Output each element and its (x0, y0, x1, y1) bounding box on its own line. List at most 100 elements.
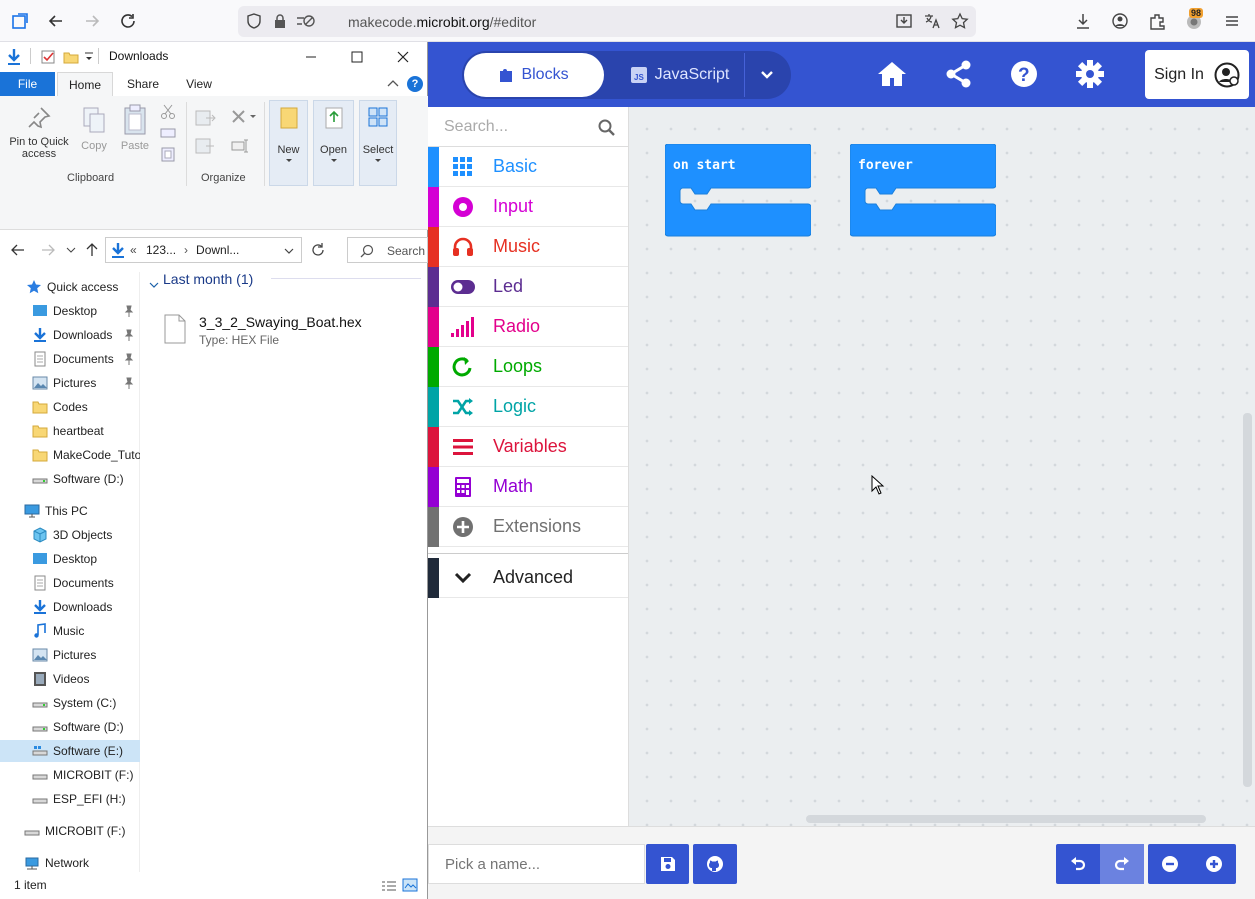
group-collapse-icon[interactable] (149, 281, 159, 289)
translate-icon[interactable] (920, 9, 944, 33)
category-led[interactable]: Led (428, 266, 628, 307)
paste-shortcut-icon[interactable] (160, 146, 176, 162)
copy-to-icon[interactable] (194, 136, 220, 156)
nav-3d-objects[interactable]: 3D Objects (0, 524, 140, 546)
nav-pc-software-e[interactable]: Software (E:) (0, 740, 140, 762)
permissions-icon[interactable] (294, 9, 318, 33)
category-loops[interactable]: Loops (428, 346, 628, 387)
tab-share[interactable]: Share (120, 72, 166, 96)
tab-view[interactable]: View (176, 72, 222, 96)
nav-pc-documents[interactable]: Documents (0, 572, 140, 594)
nav-this-pc[interactable]: This PC (0, 500, 140, 522)
tab-file[interactable]: File (0, 72, 55, 96)
group-header[interactable]: Last month (1) (163, 271, 253, 287)
move-to-icon[interactable] (194, 108, 220, 128)
nav-pc-downloads[interactable]: Downloads (0, 596, 140, 618)
nav-pc-system-c[interactable]: System (C:) (0, 692, 140, 714)
file-item[interactable]: 3_3_2_Swaying_Boat.hex Type: HEX File (163, 312, 423, 352)
bookmark-star-icon[interactable] (948, 9, 972, 33)
horizontal-scrollbar[interactable] (806, 815, 1206, 823)
url-bar[interactable]: makecode.microbit.org/#editor (238, 6, 976, 37)
category-music[interactable]: Music (428, 226, 628, 267)
project-name-input[interactable] (428, 844, 645, 884)
toolbox-search[interactable]: Search... (428, 107, 628, 147)
nav-microbit-root[interactable]: MICROBIT (F:) (0, 820, 140, 842)
category-extensions[interactable]: Extensions (428, 506, 628, 547)
new-button[interactable]: New (269, 106, 308, 164)
nav-quick-makecode-tuto[interactable]: MakeCode_Tuto (0, 444, 140, 466)
settings-button[interactable] (1074, 58, 1106, 90)
forever-block[interactable]: forever (850, 144, 996, 239)
category-advanced[interactable]: Advanced (428, 557, 628, 598)
tab-home[interactable]: Home (57, 72, 113, 96)
blocks-tab[interactable]: Blocks (464, 53, 604, 97)
redo-button[interactable] (1100, 844, 1144, 884)
nav-quick-pictures[interactable]: Pictures (0, 372, 140, 394)
paste-button[interactable]: Paste (117, 104, 153, 152)
help-icon[interactable]: ? (407, 76, 423, 92)
cut-icon[interactable] (160, 104, 176, 120)
nav-quick-downloads[interactable]: Downloads (0, 324, 140, 346)
minimize-button[interactable] (298, 46, 324, 68)
downloads-icon[interactable] (1071, 9, 1095, 33)
nav-pc-software-d[interactable]: Software (D:) (0, 716, 140, 738)
nav-quick-codes[interactable]: Codes (0, 396, 140, 418)
vertical-scrollbar[interactable] (1243, 413, 1252, 787)
forward-icon[interactable] (80, 9, 104, 33)
nav-pc-desktop[interactable]: Desktop (0, 548, 140, 570)
explorer-search-box[interactable]: Search (347, 237, 428, 263)
rename-icon[interactable] (230, 138, 250, 154)
quick-access-toolbar-dropdown-icon[interactable] (84, 51, 94, 63)
tab-overview-icon[interactable] (8, 9, 32, 33)
category-logic[interactable]: Logic (428, 386, 628, 427)
account-icon[interactable] (1108, 9, 1132, 33)
zoom-out-button[interactable] (1148, 844, 1192, 884)
home-button[interactable] (876, 58, 908, 90)
nav-quick-documents[interactable]: Documents (0, 348, 140, 370)
refresh-icon[interactable] (310, 242, 328, 260)
recent-locations-icon[interactable] (66, 246, 76, 254)
up-folder-icon[interactable] (84, 242, 100, 258)
nav-pc-esp-efi-h[interactable]: ESP_EFI (H:) (0, 788, 140, 810)
shield-icon[interactable] (242, 9, 266, 33)
select-button[interactable]: Select (359, 106, 397, 164)
collapse-ribbon-icon[interactable] (387, 79, 399, 89)
back-icon[interactable] (44, 9, 68, 33)
zoom-in-button[interactable] (1192, 844, 1236, 884)
nav-pc-microbit-f[interactable]: MICROBIT (F:) (0, 764, 140, 786)
delete-icon[interactable] (230, 108, 258, 126)
new-folder-icon[interactable] (63, 49, 79, 65)
address-path[interactable]: 123... › Downl... (146, 243, 239, 257)
javascript-tab[interactable]: JS JavaScript (620, 53, 740, 97)
github-button[interactable] (693, 844, 737, 884)
pin-quick-access-button[interactable]: Pin to Quick access (4, 106, 74, 160)
category-input[interactable]: Input (428, 186, 628, 227)
maximize-button[interactable] (344, 46, 370, 68)
nav-forward-icon[interactable] (40, 243, 56, 257)
open-button[interactable]: Open (313, 106, 354, 164)
on-start-block[interactable]: on start (665, 144, 811, 239)
address-dropdown-icon[interactable] (284, 247, 294, 255)
url-text[interactable]: makecode.microbit.org/#editor (348, 14, 536, 30)
help-button[interactable]: ? (1008, 58, 1040, 90)
nav-quick-heartbeat[interactable]: heartbeat (0, 420, 140, 442)
nav-back-icon[interactable] (10, 243, 26, 257)
category-radio[interactable]: Radio (428, 306, 628, 347)
extensions-icon[interactable] (1145, 9, 1169, 33)
nav-pc-music[interactable]: Music (0, 620, 140, 642)
category-basic[interactable]: Basic (428, 146, 628, 187)
nav-quick-desktop[interactable]: Desktop (0, 300, 140, 322)
nav-pc-videos[interactable]: Videos (0, 668, 140, 690)
toolbox-search-placeholder[interactable]: Search... (444, 118, 508, 136)
nav-quick-software-d[interactable]: Software (D:) (0, 468, 140, 490)
address-bar[interactable]: « 123... › Downl... (105, 237, 302, 263)
category-variables[interactable]: Variables (428, 426, 628, 467)
nav-quick-access[interactable]: Quick access (0, 276, 140, 298)
copy-path-icon[interactable] (160, 126, 176, 140)
save-button[interactable] (646, 844, 689, 884)
address-overflow[interactable]: « (130, 243, 137, 257)
download-arrow-icon[interactable] (6, 48, 22, 66)
menu-icon[interactable] (1220, 9, 1244, 33)
close-button[interactable] (390, 46, 416, 68)
install-app-icon[interactable] (892, 9, 916, 33)
